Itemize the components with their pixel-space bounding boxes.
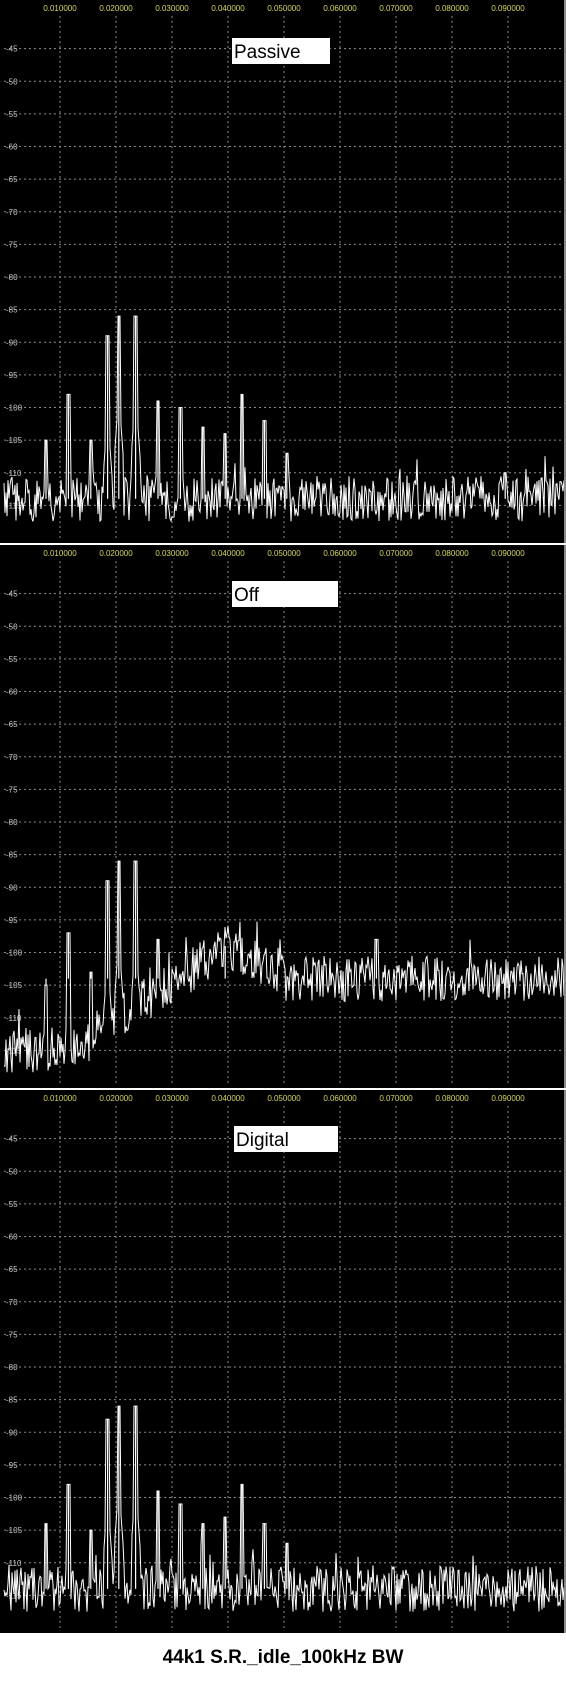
y-tick-label: -60 bbox=[6, 143, 18, 152]
y-tick-label: -60 bbox=[6, 688, 18, 697]
y-tick-label: -85 bbox=[6, 851, 18, 860]
y-tick-label: -65 bbox=[6, 720, 18, 729]
x-tick-label: 0.090000 bbox=[491, 1094, 525, 1103]
y-tick-label: -75 bbox=[6, 785, 18, 794]
y-tick-label: -105 bbox=[6, 981, 23, 990]
y-tick-label: -110 bbox=[6, 469, 22, 478]
x-tick-label: 0.050000 bbox=[267, 549, 301, 558]
panel-label: Digital bbox=[236, 1130, 289, 1151]
spectrum-plot: 0.010000 0.020000 0.030000 0.040000 0.050000… bbox=[3, 4, 564, 538]
x-tick-label: 0.070000 bbox=[379, 4, 413, 13]
y-tick-label: -70 bbox=[6, 753, 18, 762]
y-tick-label: -45 bbox=[6, 1135, 18, 1144]
x-tick-label: 0.050000 bbox=[267, 4, 301, 13]
y-tick-label: -65 bbox=[6, 175, 18, 184]
y-tick-label: -55 bbox=[6, 655, 18, 664]
y-tick-label: -80 bbox=[6, 273, 18, 282]
x-tick-label: 0.080000 bbox=[435, 1094, 469, 1103]
y-tick-label: -95 bbox=[6, 916, 18, 925]
y-tick-label: -50 bbox=[6, 77, 18, 86]
panel-digital: 0.010000 0.020000 0.030000 0.040000 0.050000… bbox=[0, 1090, 566, 1633]
y-tick-label: -45 bbox=[6, 590, 18, 599]
x-tick-label: 0.090000 bbox=[491, 4, 525, 13]
x-tick-label: 0.010000 bbox=[43, 1094, 77, 1103]
y-tick-label: -55 bbox=[6, 110, 18, 119]
y-tick-label: -95 bbox=[6, 371, 18, 380]
y-tick-label: -100 bbox=[6, 404, 23, 413]
x-tick-label: 0.020000 bbox=[99, 549, 133, 558]
y-tick-label: -45 bbox=[6, 45, 18, 54]
x-tick-label: 0.040000 bbox=[211, 1094, 245, 1103]
x-tick-label: 0.030000 bbox=[155, 549, 189, 558]
y-tick-label: -55 bbox=[6, 1200, 18, 1209]
x-tick-label: 0.030000 bbox=[155, 4, 189, 13]
y-tick-label: -65 bbox=[6, 1265, 18, 1274]
y-tick-label: -70 bbox=[6, 208, 18, 217]
y-tick-label: -75 bbox=[6, 1330, 18, 1339]
x-tick-label: 0.060000 bbox=[323, 1094, 357, 1103]
y-tick-label: -80 bbox=[6, 1363, 18, 1372]
panel-off: 0.010000 0.020000 0.030000 0.040000 0.050000… bbox=[0, 545, 566, 1088]
y-tick-label: -85 bbox=[6, 1396, 18, 1405]
y-tick-label: -100 bbox=[6, 949, 23, 958]
x-tick-label: 0.040000 bbox=[211, 549, 245, 558]
x-tick-label: 0.060000 bbox=[323, 4, 357, 13]
panel-label: Passive bbox=[234, 42, 301, 63]
y-tick-label: -50 bbox=[6, 622, 18, 631]
y-tick-label: -60 bbox=[6, 1233, 18, 1242]
x-tick-label: 0.010000 bbox=[43, 549, 77, 558]
x-tick-label: 0.080000 bbox=[435, 4, 469, 13]
y-tick-label: -100 bbox=[6, 1494, 23, 1503]
x-tick-label: 0.060000 bbox=[323, 549, 357, 558]
figure-caption: 44k1 S.R._idle_100kHz BW bbox=[162, 1647, 404, 1668]
y-tick-label: -90 bbox=[6, 338, 18, 347]
x-tick-label: 0.070000 bbox=[379, 1094, 413, 1103]
y-tick-label: -75 bbox=[6, 240, 18, 249]
x-tick-label: 0.040000 bbox=[211, 4, 245, 13]
x-tick-label: 0.080000 bbox=[435, 549, 469, 558]
panel-passive: 0.010000 0.020000 0.030000 0.040000 0.050000… bbox=[0, 0, 566, 543]
x-tick-label: 0.020000 bbox=[99, 4, 133, 13]
y-tick-label: -70 bbox=[6, 1298, 18, 1307]
spectrum-panels: 0.010000 0.020000 0.030000 0.040000 0.050000… bbox=[0, 0, 566, 1636]
y-tick-label: -110 bbox=[6, 1559, 22, 1568]
y-tick-label: -90 bbox=[6, 883, 18, 892]
y-tick-label: -80 bbox=[6, 818, 18, 827]
x-tick-label: 0.090000 bbox=[491, 549, 525, 558]
x-tick-label: 0.030000 bbox=[155, 1094, 189, 1103]
x-tick-label: 0.020000 bbox=[99, 1094, 133, 1103]
y-tick-label: -105 bbox=[6, 436, 23, 445]
y-tick-label: -90 bbox=[6, 1428, 18, 1437]
y-tick-label: -95 bbox=[6, 1461, 18, 1470]
y-tick-label: -85 bbox=[6, 306, 18, 315]
y-tick-label: -50 bbox=[6, 1167, 18, 1176]
x-tick-label: 0.050000 bbox=[267, 1094, 301, 1103]
spectrum-plot: 0.010000 0.020000 0.030000 0.040000 0.050000… bbox=[3, 1094, 564, 1628]
x-tick-label: 0.070000 bbox=[379, 549, 413, 558]
y-tick-label: -105 bbox=[6, 1526, 23, 1535]
panel-label: Off bbox=[234, 585, 260, 606]
spectrum-plot: 0.010000 0.020000 0.030000 0.040000 0.050000… bbox=[3, 549, 564, 1083]
x-tick-label: 0.010000 bbox=[43, 4, 77, 13]
